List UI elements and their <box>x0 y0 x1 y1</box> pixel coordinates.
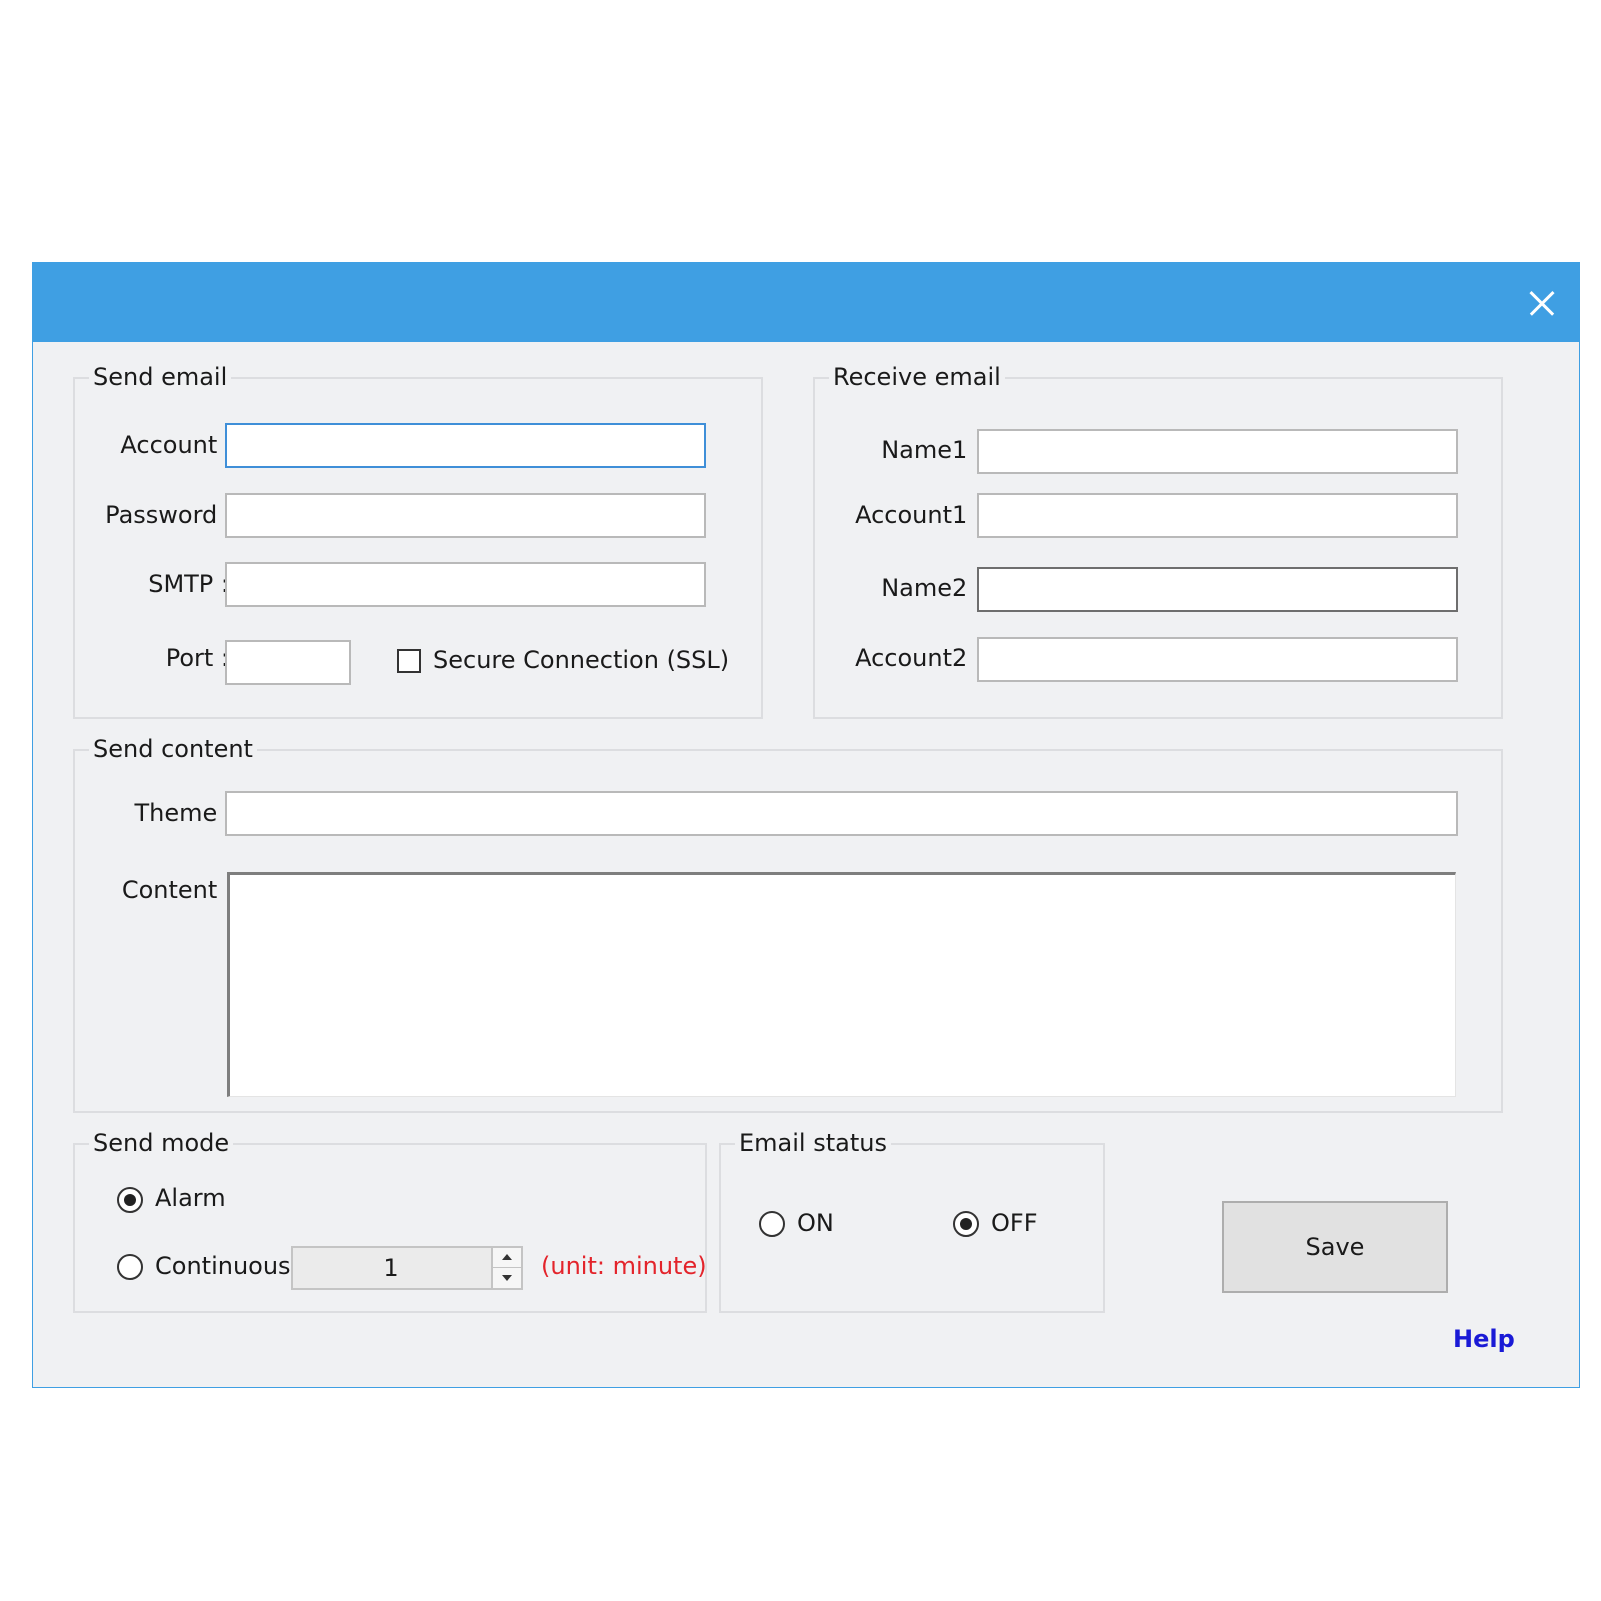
interval-value: 1 <box>383 1254 399 1282</box>
account2-input[interactable] <box>977 637 1458 682</box>
account-label: Account : <box>120 431 233 459</box>
theme-input[interactable] <box>225 791 1458 836</box>
status-on-label: ON <box>797 1209 834 1237</box>
status-off-label: OFF <box>991 1209 1038 1237</box>
alarm-radio[interactable] <box>117 1187 143 1213</box>
alarm-label: Alarm <box>155 1184 226 1212</box>
continuous-radio[interactable] <box>117 1254 143 1280</box>
spin-down-arrow-icon[interactable] <box>493 1269 521 1288</box>
account1-label: Account1 : <box>855 501 983 529</box>
ssl-checkbox[interactable] <box>397 649 421 673</box>
smtp-label: SMTP : <box>148 570 229 598</box>
status-off-radio[interactable] <box>953 1211 979 1237</box>
port-label: Port : <box>165 644 229 672</box>
theme-label: Theme : <box>134 799 234 827</box>
receive-email-legend: Receive email <box>829 362 1005 392</box>
account1-input[interactable] <box>977 493 1458 538</box>
interval-spinner[interactable]: 1 <box>291 1246 523 1290</box>
status-on-radio[interactable] <box>759 1211 785 1237</box>
title-bar <box>33 263 1579 342</box>
email-settings-dialog: Send email Account : Password : SMTP : P… <box>32 262 1580 1388</box>
content-label: Content : <box>121 876 233 904</box>
close-icon[interactable] <box>1515 277 1567 329</box>
save-button[interactable]: Save <box>1222 1201 1448 1293</box>
account-input[interactable] <box>225 423 706 468</box>
name2-label: Name2 : <box>881 574 983 602</box>
port-input[interactable] <box>225 640 351 685</box>
email-status-legend: Email status <box>735 1128 891 1158</box>
continuous-label: Continuous <box>155 1252 291 1280</box>
send-mode-legend: Send mode <box>89 1128 234 1158</box>
send-content-legend: Send content <box>89 734 257 764</box>
name1-label: Name1 : <box>881 436 983 464</box>
help-link[interactable]: Help <box>1453 1324 1515 1354</box>
content-textarea[interactable] <box>227 872 1456 1097</box>
send-email-legend: Send email <box>89 362 232 392</box>
ssl-label: Secure Connection (SSL) <box>433 646 730 674</box>
smtp-input[interactable] <box>225 562 706 607</box>
spin-up-arrow-icon[interactable] <box>493 1248 521 1268</box>
password-input[interactable] <box>225 493 706 538</box>
spin-buttons <box>491 1248 521 1288</box>
unit-note: (unit: minute) <box>541 1252 707 1280</box>
account2-label: Account2 : <box>855 644 983 672</box>
password-label: Password : <box>105 501 233 529</box>
name1-input[interactable] <box>977 429 1458 474</box>
name2-input[interactable] <box>977 567 1458 612</box>
